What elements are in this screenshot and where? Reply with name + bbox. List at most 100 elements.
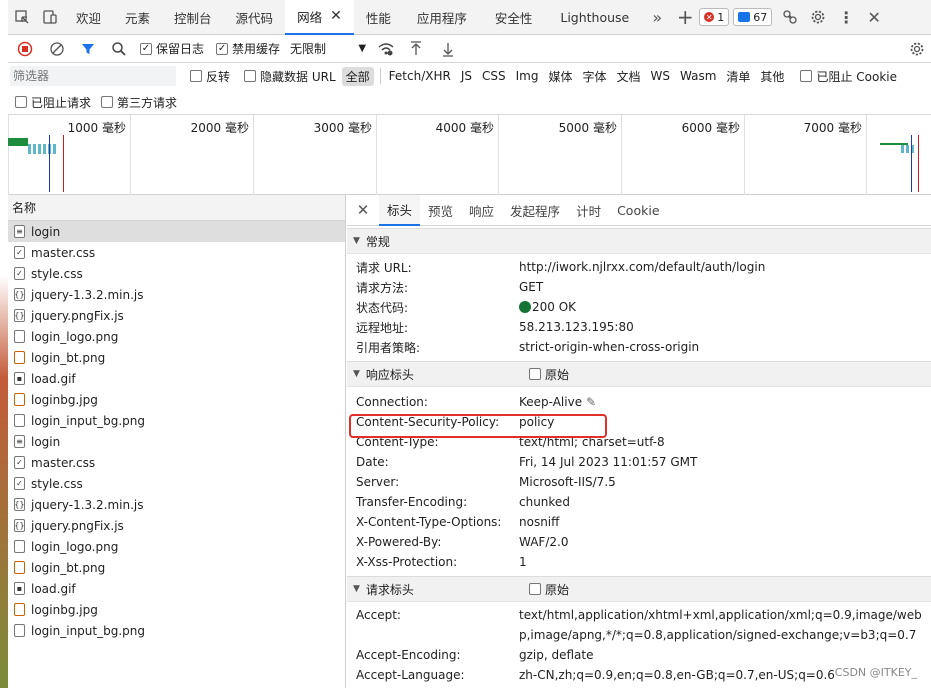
blocked-cookies-checkbox[interactable]: 已阻止 Cookie	[800, 68, 897, 85]
request-name: master.css	[31, 245, 96, 260]
tab-lighthouse[interactable]: Lighthouse	[546, 0, 643, 35]
request-row[interactable]: ≡ login	[8, 431, 345, 452]
request-row[interactable]: {} jquery-1.3.2.min.js	[8, 284, 345, 305]
filter-type-fetch-xhr[interactable]: Fetch/XHR	[385, 68, 455, 84]
filter-type-js[interactable]: JS	[457, 68, 476, 84]
timeline-tick: 7000 毫秒	[744, 115, 866, 195]
network-settings-gear-icon[interactable]	[903, 31, 931, 66]
export-har-download-icon[interactable]	[432, 31, 464, 66]
inspect-element-icon[interactable]	[8, 0, 36, 35]
request-row[interactable]: ✓ master.css	[8, 452, 345, 473]
tab-timing[interactable]: 计时	[568, 195, 609, 226]
throttle-select[interactable]: 无限制 ▼	[290, 40, 366, 57]
close-detail-icon[interactable]: ✕	[347, 193, 379, 228]
tab-welcome[interactable]: 欢迎	[64, 0, 113, 35]
filter-type-all[interactable]: 全部	[341, 66, 374, 86]
status-ok-icon	[519, 301, 531, 313]
response-headers-section-header[interactable]: ▼ 响应标头 原始	[347, 361, 931, 387]
tab-performance[interactable]: 性能	[354, 0, 403, 35]
tab-console[interactable]: 控制台	[162, 0, 224, 35]
response-header-row: Transfer-Encoding: chunked	[356, 495, 570, 509]
general-section-header[interactable]: ▼ 常规	[347, 228, 931, 254]
response-raw-checkbox[interactable]: 原始	[528, 366, 569, 383]
devtools-tab-bar: 欢迎 元素 控制台 源代码 网络 ✕ 性能 应用程序 安全性 Lighthouse…	[8, 0, 931, 35]
stylesheet-icon: ✓	[14, 246, 25, 259]
request-row[interactable]: login_input_bg.png	[8, 410, 345, 431]
filter-type-css[interactable]: CSS	[478, 68, 510, 84]
clear-icon[interactable]	[42, 31, 72, 66]
timeline-tick: 2000 毫秒	[130, 115, 253, 195]
filter-type-doc[interactable]: 文档	[613, 67, 645, 86]
third-party-requests-checkbox[interactable]: 第三方请求	[101, 94, 177, 111]
request-row[interactable]: ✓ style.css	[8, 263, 345, 284]
timeline-overview[interactable]: 1000 毫秒 2000 毫秒 3000 毫秒 4000 毫秒 5000 毫秒 …	[8, 115, 931, 195]
close-devtools-icon[interactable]: ✕	[860, 0, 888, 35]
filter-type-manifest[interactable]: 清单	[722, 67, 754, 86]
message-icon	[738, 12, 751, 22]
request-row[interactable]: {} jquery.pngFix.js	[8, 515, 345, 536]
request-row[interactable]: {} jquery.pngFix.js	[8, 305, 345, 326]
name-column-header[interactable]: 名称	[8, 195, 345, 221]
blocked-requests-checkbox[interactable]: 已阻止请求	[15, 94, 91, 111]
customize-icon[interactable]	[776, 0, 804, 35]
more-tabs-chevron-icon[interactable]: »	[643, 0, 671, 35]
filter-input[interactable]	[10, 66, 176, 86]
error-count-badge[interactable]: ✕ 1	[699, 8, 730, 26]
tab-response[interactable]: 响应	[461, 195, 502, 226]
timeline-tick: 1000 毫秒	[8, 115, 130, 195]
record-stop-icon[interactable]	[8, 31, 42, 66]
tab-security[interactable]: 安全性	[481, 0, 547, 35]
request-row[interactable]: ✓ master.css	[8, 242, 345, 263]
import-har-upload-icon[interactable]	[400, 31, 432, 66]
tab-network[interactable]: 网络 ✕	[285, 0, 354, 35]
search-icon[interactable]	[104, 31, 134, 66]
tab-cookies[interactable]: Cookie	[609, 195, 667, 226]
invert-checkbox[interactable]: 反转	[190, 68, 230, 85]
tab-elements[interactable]: 元素	[113, 0, 162, 35]
close-tab-icon[interactable]: ✕	[330, 8, 342, 24]
filter-type-img[interactable]: Img	[512, 68, 543, 84]
filter-type-wasm[interactable]: Wasm	[676, 68, 720, 84]
request-row[interactable]: {} jquery-1.3.2.min.js	[8, 494, 345, 515]
tab-headers[interactable]: 标头	[379, 194, 421, 226]
hide-data-urls-checkbox[interactable]: 隐藏数据 URL	[244, 68, 336, 85]
request-headers-section-header[interactable]: ▼ 请求标头 原始	[347, 576, 931, 602]
request-row[interactable]: ≡ login	[8, 221, 345, 242]
device-toolbar-icon[interactable]	[36, 0, 64, 35]
request-row[interactable]: login_logo.png	[8, 536, 345, 557]
request-row[interactable]: login_bt.png	[8, 557, 345, 578]
request-row[interactable]: loginbg.jpg	[8, 599, 345, 620]
tab-sources[interactable]: 源代码	[224, 0, 286, 35]
filter-type-media[interactable]: 媒体	[544, 67, 576, 86]
request-row[interactable]: login_bt.png	[8, 347, 345, 368]
filter-type-ws[interactable]: WS	[647, 68, 674, 84]
request-row[interactable]: ✓ style.css	[8, 473, 345, 494]
edit-pencil-icon[interactable]: ✎	[586, 395, 596, 409]
request-row[interactable]: login_logo.png	[8, 326, 345, 347]
message-count-badge[interactable]: 67	[733, 8, 773, 26]
checkmark-icon: ✓	[216, 42, 229, 55]
request-detail-panel: ✕ 标头 预览 响应 发起程序 计时 Cookie ▼ 常规 请求 URL: htt…	[347, 193, 931, 688]
tab-initiator[interactable]: 发起程序	[502, 195, 568, 226]
request-row[interactable]: loginbg.jpg	[8, 389, 345, 410]
filter-type-other[interactable]: 其他	[756, 67, 788, 86]
script-icon: {}	[14, 288, 25, 301]
filter-type-font[interactable]: 字体	[578, 67, 610, 86]
response-header-row: Server: Microsoft-IIS/7.5	[356, 475, 616, 489]
request-row[interactable]: ▪ load.gif	[8, 578, 345, 599]
add-tab-icon[interactable]: +	[671, 0, 699, 35]
preserve-log-checkbox[interactable]: ✓ 保留日志	[140, 40, 204, 57]
request-row[interactable]: ▪ load.gif	[8, 368, 345, 389]
more-options-icon[interactable]: ⋮	[832, 0, 860, 35]
settings-gear-icon[interactable]	[804, 0, 832, 35]
tab-preview[interactable]: 预览	[420, 195, 461, 226]
tab-application[interactable]: 应用程序	[403, 0, 481, 35]
request-row[interactable]: login_input_bg.png	[8, 620, 345, 641]
disable-cache-checkbox[interactable]: ✓ 禁用缓存	[216, 40, 280, 57]
document-icon: ≡	[14, 435, 25, 448]
dom-content-loaded-line	[49, 135, 50, 192]
request-raw-checkbox[interactable]: 原始	[528, 581, 569, 598]
filter-funnel-icon[interactable]	[72, 31, 104, 66]
image-icon	[14, 540, 25, 553]
network-conditions-wifi-icon[interactable]	[372, 31, 400, 66]
